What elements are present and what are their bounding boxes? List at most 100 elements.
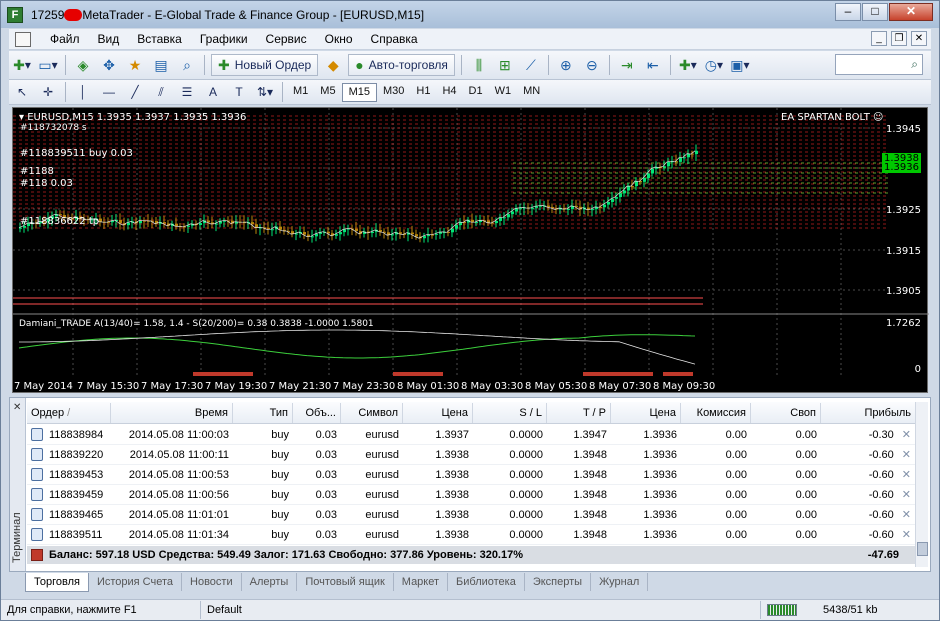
close-order-icon[interactable]: ✕: [902, 469, 911, 481]
timeframe-w1[interactable]: W1: [489, 83, 518, 102]
chart-window-icon[interactable]: [15, 31, 31, 47]
indicators-button[interactable]: ✚ ▾: [677, 54, 699, 76]
trendline-button[interactable]: ╱: [124, 81, 146, 103]
menu-tools[interactable]: Сервис: [257, 32, 316, 46]
close-order-icon[interactable]: ✕: [902, 529, 911, 541]
close-order-icon[interactable]: ✕: [902, 489, 911, 501]
zoom-out-button[interactable]: ⊖: [581, 54, 603, 76]
table-row[interactable]: 118838984 2014.05.08 11:00:03 buy 0.03 eurus…: [27, 425, 915, 445]
tab-3[interactable]: Алерты: [242, 573, 298, 591]
data-window-button[interactable]: ✥: [98, 54, 120, 76]
col-symbol[interactable]: Символ: [341, 402, 403, 423]
horizontal-line-button[interactable]: —: [98, 81, 120, 103]
price-label: 1.3905: [886, 286, 921, 297]
tab-4[interactable]: Почтовый ящик: [297, 573, 394, 591]
menu-view[interactable]: Вид: [89, 32, 129, 46]
cell-sl: 0.0000: [509, 428, 543, 441]
auto-scroll-button[interactable]: ⇥: [616, 54, 638, 76]
zoom-in-icon: ⊕: [560, 56, 572, 73]
close-order-icon[interactable]: ✕: [902, 509, 911, 521]
indicator-line-green: [18, 334, 696, 359]
metaeditor-button[interactable]: ◆: [322, 54, 344, 76]
timeframe-m1[interactable]: M1: [287, 83, 314, 102]
timeframe-mn[interactable]: MN: [517, 83, 546, 102]
search-input[interactable]: ⌕: [835, 54, 923, 75]
table-row[interactable]: 118839465 2014.05.08 11:01:01 buy 0.03 eurus…: [27, 505, 915, 525]
terminal-scrollbar[interactable]: [915, 402, 928, 567]
text-label-button[interactable]: T: [228, 81, 250, 103]
timeframe-m30[interactable]: M30: [377, 83, 410, 102]
autotrading-button[interactable]: ● Авто-торговля: [348, 54, 455, 76]
menu-charts[interactable]: Графики: [191, 32, 257, 46]
col-sl[interactable]: S / L: [473, 402, 547, 423]
col-price[interactable]: Цена: [403, 402, 473, 423]
market-watch-icon: ◈: [77, 56, 89, 73]
timeframe-d1[interactable]: D1: [463, 83, 489, 102]
fibonacci-button[interactable]: ☰: [176, 81, 198, 103]
col-time[interactable]: Время: [111, 402, 233, 423]
new-chart-button[interactable]: ✚ ▾: [11, 54, 33, 76]
table-row[interactable]: 118839453 2014.05.08 11:00:53 buy 0.03 eurus…: [27, 465, 915, 485]
table-row[interactable]: 118839220 2014.05.08 11:00:11 buy 0.03 eurus…: [27, 445, 915, 465]
col-type[interactable]: Тип: [233, 402, 293, 423]
close-button[interactable]: ✕: [889, 3, 933, 21]
child-minimize-button[interactable]: _: [871, 31, 887, 46]
tab-2[interactable]: Новости: [182, 573, 242, 591]
templates-button[interactable]: ▣ ▾: [729, 54, 751, 76]
bar-chart-icon: ⫼: [475, 56, 483, 73]
col-profit[interactable]: Прибыль: [821, 403, 915, 423]
tab-0[interactable]: Торговля: [25, 573, 89, 592]
candle-body: [547, 205, 550, 207]
cursor-button[interactable]: ↖: [11, 81, 33, 103]
candlestick-button[interactable]: ⊞: [494, 54, 516, 76]
table-row[interactable]: 118839459 2014.05.08 11:00:56 buy 0.03 eurus…: [27, 485, 915, 505]
tab-8[interactable]: Журнал: [591, 573, 649, 591]
market-watch-button[interactable]: ◈: [72, 54, 94, 76]
col-order[interactable]: Ордер /: [27, 402, 111, 423]
periods-button[interactable]: ◷ ▾: [703, 54, 725, 76]
crosshair-button[interactable]: ✛: [37, 81, 59, 103]
col-volume[interactable]: Объ...: [293, 402, 341, 423]
close-order-icon[interactable]: ✕: [902, 449, 911, 461]
child-restore-button[interactable]: ❐: [891, 31, 907, 46]
scrollbar-thumb[interactable]: [917, 542, 928, 556]
tab-1[interactable]: История Счета: [89, 573, 183, 591]
menu-insert[interactable]: Вставка: [128, 32, 191, 46]
tab-5[interactable]: Маркет: [394, 573, 449, 591]
close-order-icon[interactable]: ✕: [902, 429, 911, 441]
bar-chart-button[interactable]: ⫼: [468, 54, 490, 76]
maximize-button[interactable]: □: [862, 3, 888, 21]
col-current-price[interactable]: Цена: [611, 402, 681, 423]
menu-window[interactable]: Окно: [316, 32, 362, 46]
timeframe-h1[interactable]: H1: [410, 83, 436, 102]
child-close-button[interactable]: ✕: [911, 31, 927, 46]
minimize-button[interactable]: –: [835, 3, 861, 21]
strategy-tester-button[interactable]: ⌕: [176, 54, 198, 76]
col-tp[interactable]: T / P: [547, 402, 611, 423]
terminal-close-icon[interactable]: ✕: [13, 402, 21, 413]
timeframe-m5[interactable]: M5: [314, 83, 341, 102]
line-chart-button[interactable]: ⟋: [520, 54, 542, 76]
timeframe-m15[interactable]: M15: [341, 82, 377, 102]
col-swap[interactable]: Своп: [751, 402, 821, 423]
timeframe-h4[interactable]: H4: [436, 83, 462, 102]
menu-help[interactable]: Справка: [362, 32, 427, 46]
terminal-button[interactable]: ▤: [150, 54, 172, 76]
menu-file[interactable]: Файл: [41, 32, 89, 46]
vertical-line-button[interactable]: │: [72, 81, 94, 103]
arrows-button[interactable]: ⇅ ▾: [254, 81, 276, 103]
chart-shift-button[interactable]: ⇤: [642, 54, 664, 76]
profiles-button[interactable]: ▭ ▾: [37, 54, 59, 76]
terminal-tabs: Торговля История Счета Новости Алерты Почтов…: [25, 573, 649, 593]
new-order-button[interactable]: ✚ Новый Ордер: [211, 54, 319, 76]
price-chart[interactable]: ▾ EURUSD,M15 1.3935 1.3937 1.3935 1.3936…: [12, 107, 929, 393]
col-commission[interactable]: Комиссия: [681, 402, 751, 423]
navigator-button[interactable]: ★: [124, 54, 146, 76]
new-order-label: Новый Ордер: [234, 58, 312, 72]
text-button[interactable]: A: [202, 81, 224, 103]
table-row[interactable]: 118839511 2014.05.08 11:01:34 buy 0.03 eurus…: [27, 525, 915, 545]
zoom-in-button[interactable]: ⊕: [555, 54, 577, 76]
tab-7[interactable]: Эксперты: [525, 573, 592, 591]
equidistant-channel-button[interactable]: ⫽: [150, 81, 172, 103]
tab-6[interactable]: Библиотека: [448, 573, 525, 591]
